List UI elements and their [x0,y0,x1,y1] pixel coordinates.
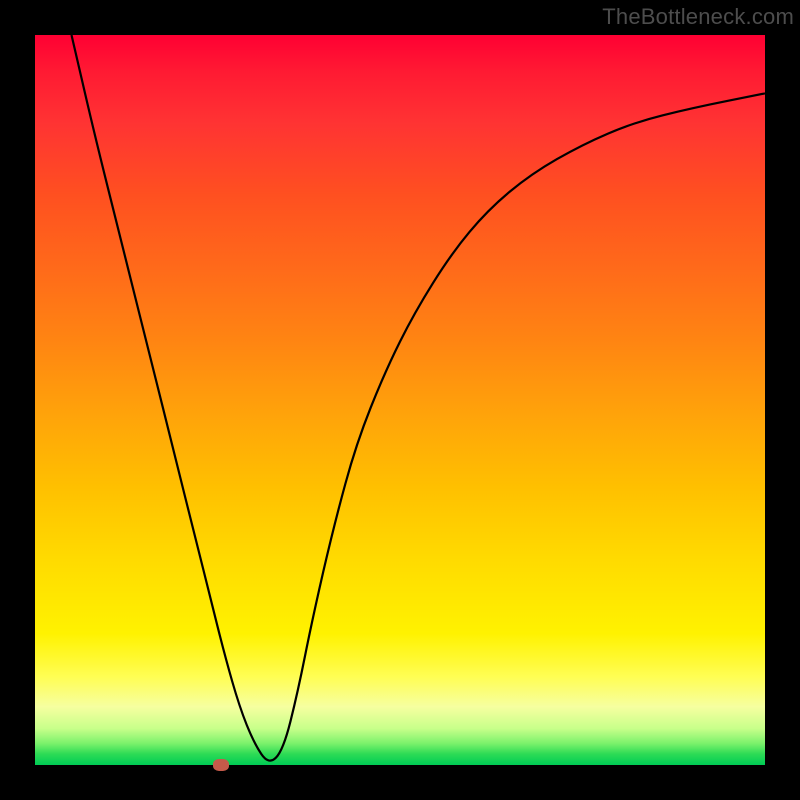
curve-svg [35,35,765,765]
watermark-text: TheBottleneck.com [602,4,794,30]
bottleneck-curve-path [72,35,766,761]
optimum-marker [213,759,229,771]
chart-frame: TheBottleneck.com [0,0,800,800]
plot-area [35,35,765,765]
